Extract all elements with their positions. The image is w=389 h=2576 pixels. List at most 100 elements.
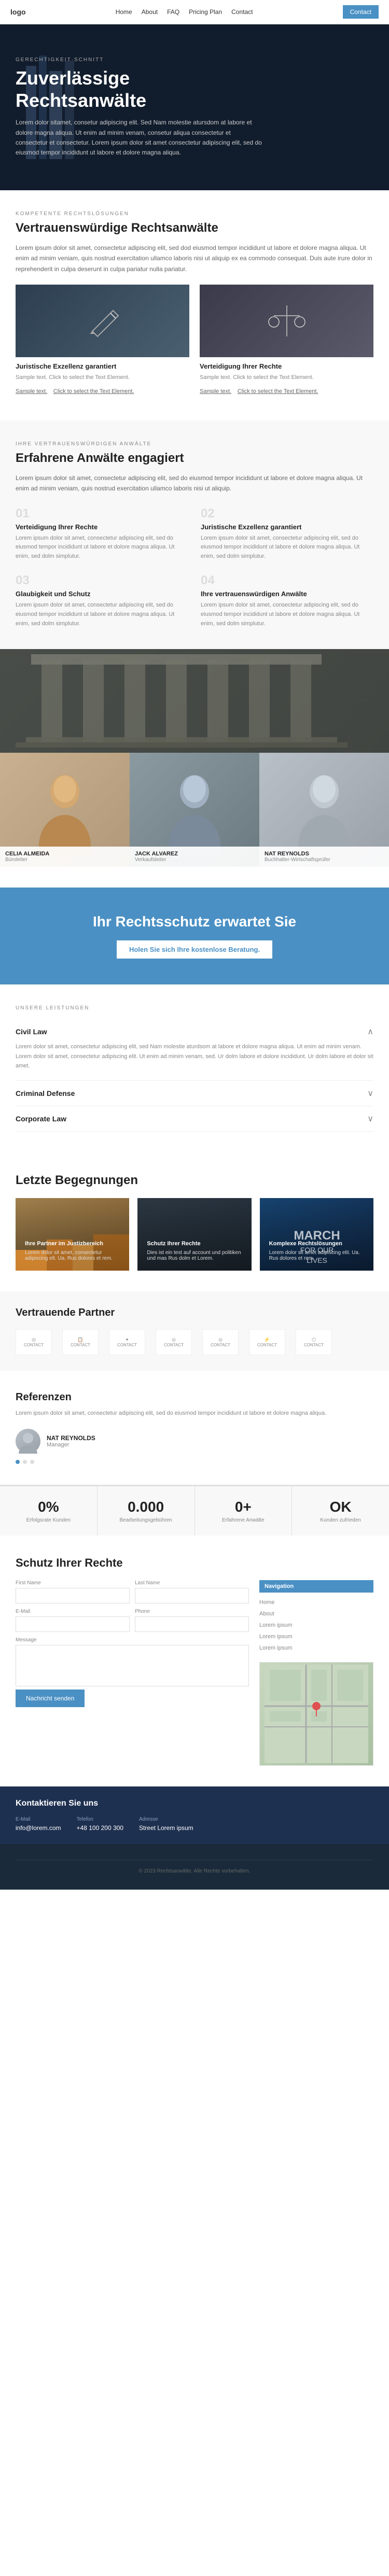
trusted-title: Vertrauenswürdige Rechtsanwälte <box>16 221 373 235</box>
feature-1: 01 Verteidigung Ihrer Rechte Lorem ipsum… <box>16 506 188 561</box>
nav-item-5[interactable]: Lorem ipsum <box>259 1642 373 1654</box>
contact-email-value: info@lorem.com <box>16 1824 61 1832</box>
nav-logo[interactable]: logo <box>10 8 26 16</box>
exp-text: Lorem ipsum dolor sit amet, consectetur … <box>16 473 373 494</box>
feature-4-text: Lorem ipsum dolor sit amet, consectetur … <box>201 601 373 628</box>
references-section: Referenzen Lorem ipsum dolor sit amet, c… <box>0 1371 389 1485</box>
stat-4-num: OK <box>302 1499 379 1515</box>
hero-text: Lorem dolor sitamet, consetur adipiscing… <box>16 118 265 158</box>
navigation: logo Home About FAQ Pricing Plan Contact… <box>0 0 389 24</box>
nav-contact[interactable]: Contact <box>231 8 253 16</box>
hero-badge: GERECHTIGKEIT·SCHNITT <box>16 57 265 63</box>
ref-dot-3[interactable] <box>30 1460 34 1464</box>
team-member-jack: JACK ALVAREZ Verkaufsleiter <box>130 753 259 867</box>
stat-1-label: Erfolgsrate Kunden <box>10 1517 87 1523</box>
form-layout: First Name Last Name E-Mail Phone <box>16 1580 373 1766</box>
features-grid: 01 Verteidigung Ihrer Rechte Lorem ipsum… <box>16 506 373 629</box>
nav-links: Home About FAQ Pricing Plan Contact <box>116 8 253 16</box>
encounter-1-image: Ihre Partner im Justizbereich Lorem dolo… <box>16 1198 129 1271</box>
blue-cta-button[interactable]: Holen Sie sich Ihre kostenlose Beratung. <box>117 940 272 959</box>
card-excellence-link1[interactable]: Sample text. <box>16 388 47 395</box>
first-name-input[interactable] <box>16 1588 130 1603</box>
phone-label: Phone <box>135 1609 249 1614</box>
contact-email-block: E-Mail info@lorem.com <box>16 1817 61 1832</box>
hero-content: GERECHTIGKEIT·SCHNITT Zuverlässige Recht… <box>16 57 265 158</box>
partner-2: 📋 CONTACT <box>62 1329 99 1355</box>
card-defense-title: Verteidigung Ihrer Rechte <box>200 362 373 370</box>
phone-input[interactable] <box>135 1616 249 1632</box>
nav-faq[interactable]: FAQ <box>167 8 179 16</box>
nav-pricing[interactable]: Pricing Plan <box>189 8 222 16</box>
nat-info: NAT REYNOLDS Buchhalter-Wirtschaftsprüfe… <box>259 847 389 867</box>
first-name-group: First Name <box>16 1580 130 1603</box>
feature-4: 04 Ihre vertrauenswürdigen Anwälte Lorem… <box>201 573 373 628</box>
services-section: UNSERE LEISTUNGEN Civil Law ∧ Lorem dolo… <box>0 984 389 1152</box>
stat-4-label: Kunden zufrieden <box>302 1517 379 1523</box>
nav-item-about[interactable]: About <box>259 1608 373 1620</box>
trusted-lawyers-section: KOMPETENTE RECHTSLÖSUNGEN Vertrauenswürd… <box>0 190 389 420</box>
form-submit-button[interactable]: Nachricht senden <box>16 1690 85 1707</box>
nav-home[interactable]: Home <box>116 8 132 16</box>
partner-6-label: CONTACT <box>257 1343 277 1347</box>
contact-phone-label: Telefon <box>77 1817 123 1822</box>
stat-2-num: 0.000 <box>108 1499 184 1515</box>
contact-phone-value: +48 100 200 300 <box>77 1824 123 1832</box>
nav-cta-button[interactable]: Contact <box>343 5 379 19</box>
email-input[interactable] <box>16 1616 130 1632</box>
ref-text: Lorem ipsum dolor sit amet, consectetur … <box>16 1409 373 1418</box>
ref-person: NAT REYNOLDS Manager <box>16 1429 373 1454</box>
nav-about[interactable]: About <box>142 8 158 16</box>
service-criminal-header[interactable]: Criminal Defense ∨ <box>16 1088 373 1099</box>
message-textarea[interactable] <box>16 1645 249 1686</box>
team-member-nat: NAT REYNOLDS Buchhalter-Wirtschaftsprüfe… <box>259 753 389 867</box>
footer-copyright: © 2023 Rechtsanwälte. Alle Rechte vorbeh… <box>16 1860 373 1874</box>
phone-group: Phone <box>135 1609 249 1632</box>
encounter-3-caption: Komplexe Rechtslösungen <box>269 1240 364 1248</box>
encounter-1-sub: Lorem dolor sit amet, consectetur adipis… <box>25 1250 120 1261</box>
celia-name: CELIA ALMEIDA <box>5 851 124 857</box>
services-label: UNSERE LEISTUNGEN <box>16 1005 373 1011</box>
service-civil-name: Civil Law <box>16 1027 47 1036</box>
card-excellence-link2[interactable]: Click to select the Text Element. <box>53 388 134 395</box>
service-civil-body: Lorem dolor sit amet, consectetur adipis… <box>16 1037 373 1073</box>
blue-cta-section: Ihr Rechtsschutz erwartet Sie Holen Sie … <box>0 888 389 984</box>
service-corporate-name: Corporate Law <box>16 1115 66 1123</box>
partner-2-label: CONTACT <box>71 1343 90 1347</box>
encounter-3-sub: Lorem dolor sit amet adipiscing elit. Ua… <box>269 1250 364 1261</box>
ref-avatar <box>16 1429 40 1454</box>
nav-item-home[interactable]: Home <box>259 1597 373 1608</box>
exp-title: Erfahrene Anwälte engagiert <box>16 451 373 466</box>
form-right: Navigation Home About Lorem ipsum Lorem … <box>259 1580 373 1766</box>
contact-email-label: E-Mail <box>16 1817 61 1822</box>
partner-4-label: CONTACT <box>164 1343 184 1347</box>
nav-item-3[interactable]: Lorem ipsum <box>259 1620 373 1631</box>
stat-3: 0+ Erfahrene Anwälte <box>195 1486 293 1536</box>
contact-phone-block: Telefon +48 100 200 300 <box>77 1817 123 1832</box>
partner-1-icon: ◎ <box>32 1337 36 1343</box>
service-civil-law: Civil Law ∧ Lorem dolor sit amet, consec… <box>16 1019 373 1081</box>
team-section: CELIA ALMEIDA Büroleiter JACK ALVAREZ Ve… <box>0 753 389 888</box>
stat-3-num: 0+ <box>205 1499 282 1515</box>
partners-title: Vertrauende Partner <box>16 1307 373 1319</box>
partner-6-icon: ⚡ <box>264 1337 270 1343</box>
exp-badge: IHRE VERTRAUENSWÜRDIGEN ANWÄLTE <box>16 441 373 447</box>
encounter-2: Schutz Ihrer Rechte Dies ist ein test au… <box>137 1198 251 1271</box>
ref-dot-2[interactable] <box>23 1460 27 1464</box>
encounter-2-image: Schutz Ihrer Rechte Dies ist ein test au… <box>137 1198 251 1271</box>
encounter-2-sub: Dies ist ein test auf account und politi… <box>147 1250 242 1261</box>
nav-item-4[interactable]: Lorem ipsum <box>259 1631 373 1642</box>
partner-5-label: CONTACT <box>211 1343 230 1347</box>
map-placeholder <box>259 1662 373 1766</box>
card-defense-link1[interactable]: Sample text. <box>200 388 231 395</box>
navigation-label: Navigation <box>259 1580 373 1593</box>
partner-7-icon: ⬡ <box>312 1337 316 1343</box>
contact-address-value: Street Lorem ipsum <box>139 1824 193 1832</box>
encounter-1-caption: Ihre Partner im Justizbereich <box>25 1240 120 1248</box>
service-corporate-header[interactable]: Corporate Law ∨ <box>16 1114 373 1124</box>
service-civil-header[interactable]: Civil Law ∧ <box>16 1026 373 1037</box>
last-name-group: Last Name <box>135 1580 249 1603</box>
ref-dot-1[interactable] <box>16 1460 20 1464</box>
partner-4-icon: ◎ <box>172 1337 176 1343</box>
last-name-input[interactable] <box>135 1588 249 1603</box>
card-defense-link2[interactable]: Click to select the Text Element. <box>238 388 318 395</box>
